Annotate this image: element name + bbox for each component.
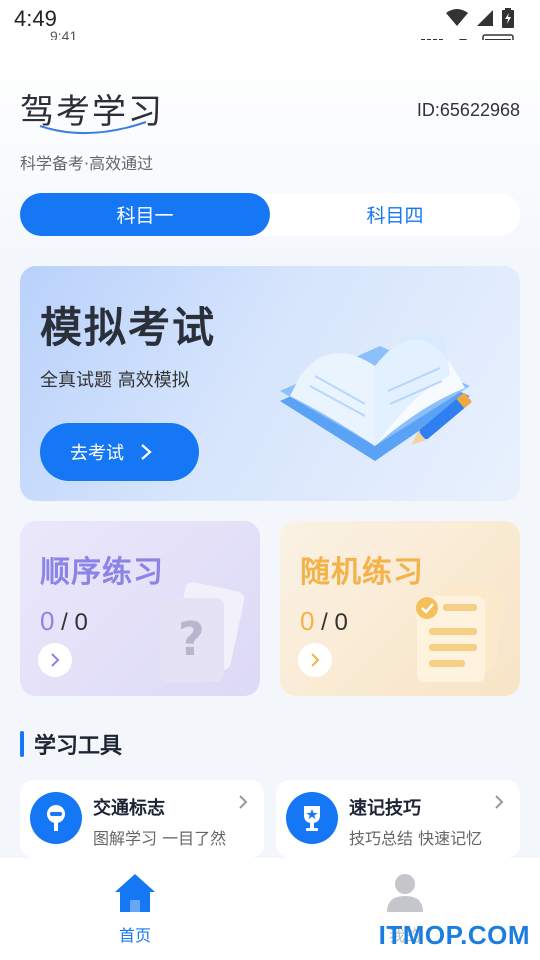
user-id: ID:65622968 — [416, 100, 520, 120]
battery-icon — [502, 8, 514, 28]
tab-subject-one-label: 科目一 — [116, 205, 174, 227]
start-exam-button[interactable]: 去考试 — [40, 423, 199, 481]
open-book-icon — [280, 332, 472, 461]
tool-traffic-signs[interactable]: 交通标志 图解学习 一目了然 — [20, 780, 264, 858]
sequential-practice-count: 0 / 0 — [40, 606, 88, 637]
tab-subject-one[interactable]: 科目一 — [20, 193, 270, 236]
trophy-icon — [286, 792, 338, 844]
user-icon — [387, 874, 423, 912]
tool-memory-tips-title: 速记技巧 — [349, 798, 421, 819]
logo-swoosh-icon — [39, 121, 147, 135]
checklist-icon — [416, 582, 507, 682]
mock-exam-card[interactable]: 模拟考试 全真试题 高效模拟 去考试 — [20, 266, 520, 501]
chevron-right-icon — [51, 653, 60, 667]
tab-subject-four[interactable]: 科目四 — [270, 193, 520, 236]
signal-icon — [477, 10, 493, 26]
tools-section-title: 学习工具 — [34, 734, 123, 759]
section-accent-bar — [20, 731, 24, 757]
question-cards-icon: ? — [160, 582, 245, 682]
sequential-practice-title: 顺序练习 — [40, 555, 164, 590]
tool-traffic-signs-title: 交通标志 — [93, 798, 165, 819]
subject-tabs: 科目一 科目四 — [20, 193, 520, 236]
tool-memory-tips-desc: 技巧总结 快速记忆 — [349, 829, 483, 848]
random-go-button[interactable] — [298, 643, 332, 677]
chevron-right-icon — [311, 653, 320, 667]
app-logo: 驾考学习 — [20, 84, 164, 135]
mock-exam-subtitle: 全真试题 高效模拟 — [40, 370, 190, 391]
sequential-total: 0 — [74, 609, 88, 636]
sequential-current: 0 — [40, 606, 55, 636]
tab-subject-four-label: 科目四 — [366, 205, 424, 227]
random-total: 0 — [334, 609, 348, 636]
start-exam-label: 去考试 — [70, 443, 124, 464]
tool-traffic-signs-desc: 图解学习 一目了然 — [93, 829, 227, 848]
sequential-go-button[interactable] — [38, 643, 72, 677]
tool-memory-tips[interactable]: 速记技巧 技巧总结 快速记忆 — [276, 780, 520, 858]
random-practice-card[interactable]: 随机练习 0 / 0 — [280, 521, 520, 696]
app-subtitle: 科学备考·高效通过 — [20, 154, 154, 173]
watermark-text: ITMOP.COM — [378, 920, 530, 950]
status-bar: 4:49 9:41 — [0, 0, 540, 44]
traffic-sign-icon — [30, 792, 82, 844]
sequential-practice-card[interactable]: 顺序练习 0 / 0 ? — [20, 521, 260, 696]
nav-home[interactable]: 首页 — [75, 872, 195, 946]
mock-exam-title: 模拟考试 — [40, 303, 217, 352]
random-current: 0 — [300, 606, 315, 636]
random-separator: / — [321, 609, 328, 636]
tools-section-header: 学习工具 — [20, 728, 122, 760]
home-icon — [115, 874, 155, 912]
chevron-right-icon — [141, 444, 152, 460]
sequential-separator: / — [61, 609, 68, 636]
chevron-right-icon — [495, 795, 504, 809]
chevron-right-icon — [239, 795, 248, 809]
svg-text:?: ? — [178, 612, 205, 666]
random-practice-count: 0 / 0 — [300, 606, 348, 637]
nav-home-label: 首页 — [118, 926, 151, 945]
wifi-icon — [446, 9, 468, 26]
status-icons — [446, 8, 514, 28]
